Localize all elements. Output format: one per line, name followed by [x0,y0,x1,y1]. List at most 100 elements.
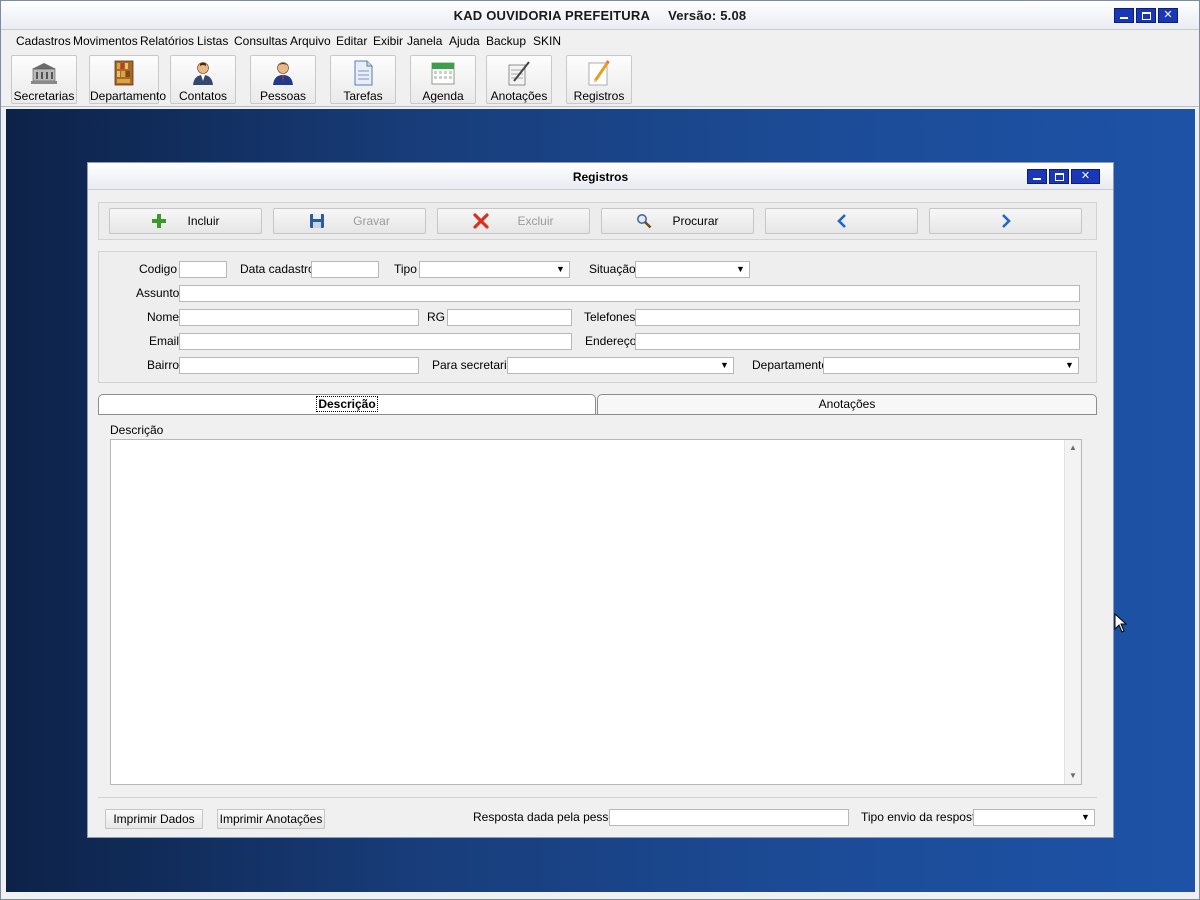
imprimir-dados-button[interactable]: Imprimir Dados [105,809,203,829]
minimize-icon [1120,17,1128,20]
secretarias-button[interactable]: Secretarias [11,55,77,104]
endereco-label: Endereço [585,334,637,348]
telefones-label: Telefones [584,310,636,324]
email-input[interactable] [179,333,572,350]
building-icon [31,63,57,84]
menu-janela[interactable]: Janela [407,34,442,48]
toolbar: Secretarias Departamento Contatos Pessoa… [1,52,1199,107]
codigo-label: Codigo [139,262,178,276]
incluir-label: Incluir [187,214,220,228]
excluir-button[interactable]: Excluir [437,208,590,234]
registros-titlebar: Registros ✕ [88,163,1113,190]
resposta-input[interactable] [609,809,849,826]
gravar-button[interactable]: Gravar [273,208,426,234]
telefones-input[interactable] [635,309,1080,326]
menu-movimentos[interactable]: Movimentos [73,34,138,48]
bairro-label: Bairro [147,358,180,372]
tab-descricao[interactable]: Descrição [98,394,596,414]
menu-listas[interactable]: Listas [197,34,228,48]
maximize-button[interactable] [1136,8,1156,23]
imprimir-anotacoes-button[interactable]: Imprimir Anotações [217,809,325,829]
tab-content-descricao: Descrição ▲ ▼ [98,414,1097,796]
descricao-scrollbar[interactable]: ▲ ▼ [1064,440,1081,784]
plus-icon [152,214,167,228]
scroll-up-icon[interactable]: ▲ [1065,440,1081,456]
minimize-icon [1033,178,1041,181]
scroll-down-icon[interactable]: ▼ [1065,768,1081,784]
pencil-paper-icon [588,60,610,86]
tab-anotacoes[interactable]: Anotações [597,394,1097,414]
registros-button[interactable]: Registros [566,55,632,104]
menu-consultas[interactable]: Consultas [234,34,287,48]
gravar-label: Gravar [353,214,390,228]
notepad-pen-icon [508,61,530,86]
endereco-input[interactable] [635,333,1080,350]
tabs: Descrição Anotações [98,394,1097,415]
registros-minimize-button[interactable] [1027,169,1047,184]
chevron-left-icon [836,214,846,228]
registros-window-controls: ✕ [1027,169,1100,184]
registros-window: Registros ✕ Incluir Gravar Excluir Procu… [87,162,1114,838]
save-disk-icon [310,214,325,228]
tarefas-button[interactable]: Tarefas [330,55,396,104]
tarefas-label: Tarefas [343,89,383,103]
para-secretaria-select[interactable]: ▼ [507,357,734,374]
registros-maximize-button[interactable] [1049,169,1069,184]
situacao-select[interactable]: ▼ [635,261,750,278]
menu-editar[interactable]: Editar [336,34,367,48]
excluir-label: Excluir [517,214,554,228]
nome-input[interactable] [179,309,419,326]
close-button[interactable]: ✕ [1158,8,1178,23]
bairro-input[interactable] [179,357,419,374]
nome-label: Nome [147,310,180,324]
pessoas-label: Pessoas [259,89,307,103]
data-cadastro-input[interactable] [311,261,379,278]
form-panel: Codigo Data cadastro Tipo ▼ Situação ▼ A… [98,251,1097,383]
menu-backup[interactable]: Backup [486,34,526,48]
anotacoes-button[interactable]: Anotações [486,55,552,104]
assunto-input[interactable] [179,285,1080,302]
registros-close-button[interactable]: ✕ [1071,169,1100,184]
anotacoes-label: Anotações [490,89,548,103]
descricao-label: Descrição [110,423,164,437]
rg-input[interactable] [447,309,572,326]
document-icon [354,60,373,86]
contatos-button[interactable]: Contatos [170,55,236,104]
procurar-button[interactable]: Procurar [601,208,754,234]
main-window: KAD OUVIDORIA PREFEITURA Versão: 5.08 ✕ C… [0,0,1200,900]
descricao-textarea[interactable]: ▲ ▼ [110,439,1082,785]
menu-cadastros[interactable]: Cadastros [16,34,71,48]
codigo-input[interactable] [179,261,227,278]
resposta-label: Resposta dada pela pessoa [473,810,622,824]
previous-record-button[interactable] [765,208,918,234]
menu-skin[interactable]: SKIN [533,34,561,48]
menu-relatorios[interactable]: Relatórios [140,34,194,48]
app-name: KAD OUVIDORIA PREFEITURA [453,8,651,23]
actions-bar: Incluir Gravar Excluir Procurar [98,202,1097,240]
tab-descricao-label: Descrição [316,396,378,412]
mouse-pointer-icon [1114,613,1128,633]
menu-ajuda[interactable]: Ajuda [449,34,480,48]
search-icon [637,214,652,229]
departamento-select[interactable]: ▼ [823,357,1079,374]
minimize-button[interactable] [1114,8,1134,23]
menu-exibir[interactable]: Exibir [373,34,403,48]
app-title: KAD OUVIDORIA PREFEITURA Versão: 5.08 [1,8,1199,23]
agenda-button[interactable]: Agenda [410,55,476,104]
close-icon: ✕ [1163,9,1173,21]
departamento-button[interactable]: Departamento [89,55,166,104]
situacao-label: Situação [589,262,636,276]
incluir-button[interactable]: Incluir [109,208,262,234]
pessoas-button[interactable]: Pessoas [250,55,316,104]
secretarias-label: Secretarias [13,89,75,103]
next-record-button[interactable] [929,208,1082,234]
delete-x-icon [473,213,490,229]
app-version: Versão: 5.08 [668,8,747,23]
tipo-envio-select[interactable]: ▼ [973,809,1095,826]
tipo-envio-label: Tipo envio da resposta [861,810,982,824]
maximize-icon [1054,173,1064,181]
maximize-icon [1141,12,1151,20]
tipo-select[interactable]: ▼ [419,261,570,278]
menu-arquivo[interactable]: Arquivo [290,34,331,48]
chevron-right-icon [1001,214,1011,228]
